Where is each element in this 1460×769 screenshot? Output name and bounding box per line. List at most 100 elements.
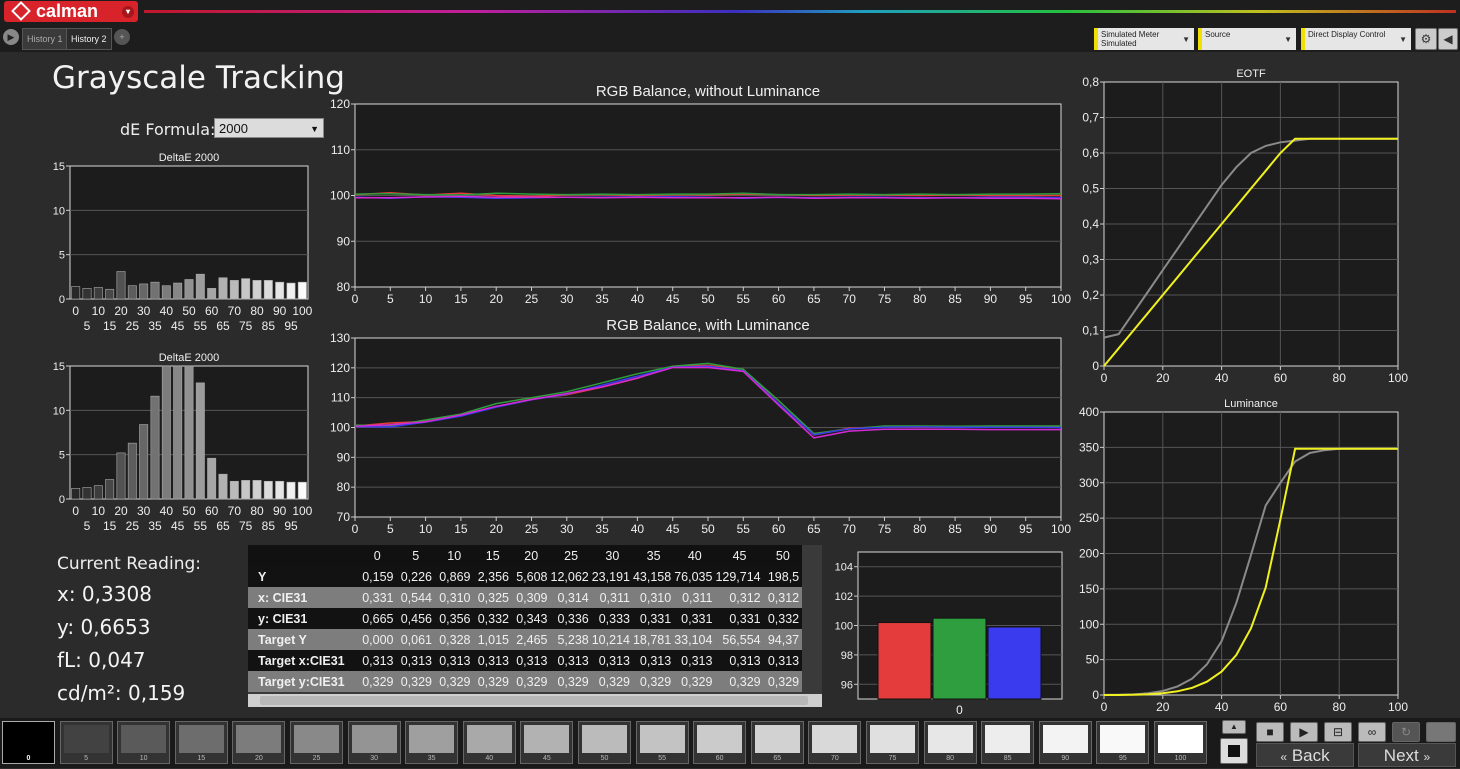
x-tick-label: 60 bbox=[772, 522, 786, 536]
table-cell: 0,336 bbox=[550, 608, 592, 629]
y-tick-label: 5 bbox=[59, 250, 65, 262]
step-up-icon[interactable]: ▲ bbox=[1222, 720, 1246, 734]
table-cell: 0,313 bbox=[763, 650, 803, 671]
meter-dropdown-value: Simulated bbox=[1101, 39, 1137, 48]
rgb-bar-blue bbox=[987, 626, 1042, 700]
y-tick-label: 0 bbox=[1092, 359, 1099, 373]
x-tick-label: 20 bbox=[490, 522, 504, 536]
refresh-icon[interactable]: ↻ bbox=[1392, 722, 1420, 742]
table-row-header: Target x:CIE31 bbox=[248, 650, 358, 671]
swatch-75[interactable]: 75 bbox=[866, 721, 919, 764]
de-formula-value: 2000 bbox=[219, 121, 248, 136]
swatch-30[interactable]: 30 bbox=[347, 721, 401, 764]
swatch-15[interactable]: 15 bbox=[174, 721, 228, 764]
x-tick-label: 60 bbox=[205, 504, 219, 518]
swatch-45[interactable]: 45 bbox=[520, 721, 574, 764]
table-row: x: CIE31 0,331 0,544 0,310 0,325 0,309 0,314 0,… bbox=[248, 587, 803, 608]
table-cell: 0,329 bbox=[763, 671, 803, 692]
delta-bar bbox=[195, 382, 205, 500]
table-column-header: 0 bbox=[358, 545, 397, 566]
swatch-60[interactable]: 60 bbox=[693, 721, 747, 764]
swatch-label: 15 bbox=[197, 755, 206, 762]
next-button[interactable]: Next » bbox=[1358, 743, 1456, 767]
x-tick-label: 55 bbox=[737, 292, 751, 306]
swatch-50[interactable]: 50 bbox=[578, 721, 631, 764]
swatch-35[interactable]: 35 bbox=[405, 721, 459, 764]
table-horizontal-scrollbar[interactable] bbox=[248, 694, 822, 707]
x-tick-label: 100 bbox=[292, 304, 312, 318]
stop-square-icon[interactable]: ■ bbox=[1256, 722, 1284, 742]
swatch-10[interactable]: 10 bbox=[117, 721, 171, 764]
table-cell: 76,035 bbox=[674, 566, 716, 587]
table-cell: 5,238 bbox=[550, 629, 592, 650]
swatch-label: 75 bbox=[888, 755, 897, 762]
tab-scroll-left-icon[interactable]: ▶ bbox=[3, 29, 19, 45]
save-icon[interactable]: ⊟ bbox=[1324, 722, 1352, 742]
y-tick-label: 80 bbox=[337, 480, 351, 494]
tab-history-2[interactable]: History 2 bbox=[66, 28, 112, 50]
stop-icon[interactable] bbox=[1220, 738, 1248, 764]
measurement-grid: 0 5 10 15 20 25 30 35 40 45 50 Y 0,159 0,226 0,869 2,35… bbox=[248, 545, 803, 692]
swatch-55[interactable]: 55 bbox=[635, 721, 689, 764]
loop-icon[interactable]: ∞ bbox=[1358, 722, 1386, 742]
tab-history-1[interactable]: History 1 bbox=[22, 28, 68, 50]
swatch-70[interactable]: 70 bbox=[808, 721, 862, 764]
x-tick-label: 80 bbox=[250, 304, 264, 318]
swatch-5[interactable]: 5 bbox=[59, 721, 113, 764]
swatch-25[interactable]: 25 bbox=[290, 721, 343, 764]
y-tick-label: 110 bbox=[331, 143, 350, 157]
logo-menu-icon[interactable]: ▾ bbox=[122, 6, 134, 18]
table-cell: 0,544 bbox=[396, 587, 435, 608]
collapse-left-icon[interactable]: ◀ bbox=[1438, 28, 1458, 50]
table-cell: 0,332 bbox=[763, 608, 803, 629]
scrollbar-thumb[interactable] bbox=[260, 696, 808, 705]
delta-bar bbox=[229, 480, 239, 500]
x-tick-label: 0 bbox=[352, 292, 359, 306]
swatch-color bbox=[1158, 725, 1203, 753]
swatch-40[interactable]: 40 bbox=[462, 721, 516, 764]
next-chevron-icon: » bbox=[1423, 750, 1431, 764]
y-tick-label: 0,2 bbox=[1082, 288, 1099, 302]
table-cell: 0,331 bbox=[715, 608, 764, 629]
eotf-chart: 0 0,1 0,2 0,3 0,4 0,5 0,6 0,7 0,8 EOTF 0 20 40 60 80 10… bbox=[1082, 68, 1408, 385]
x-tick-label: 30 bbox=[560, 522, 574, 536]
x-tick-label: 100 bbox=[292, 504, 312, 518]
calman-logo-icon bbox=[11, 1, 31, 21]
de-formula-select[interactable]: 2000 ▼ bbox=[214, 118, 324, 138]
source-dropdown[interactable]: Source ▼ bbox=[1198, 28, 1296, 50]
swatch-0[interactable]: 0 bbox=[2, 721, 55, 764]
y-tick-label: 300 bbox=[1079, 476, 1099, 490]
y-tick-label: 102 bbox=[835, 591, 853, 603]
swatch-20[interactable]: 20 bbox=[232, 721, 286, 764]
meter-dropdown-label: Simulated Meter bbox=[1101, 30, 1160, 39]
delta-bar bbox=[139, 424, 149, 500]
back-button[interactable]: « Back bbox=[1256, 743, 1354, 767]
swatch-95[interactable]: 95 bbox=[1096, 721, 1150, 764]
x-tick-label: 10 bbox=[419, 292, 433, 306]
table-cell: 0,331 bbox=[674, 608, 716, 629]
swatch-85[interactable]: 85 bbox=[981, 721, 1035, 764]
table-cell: 0,329 bbox=[674, 671, 716, 692]
table-cell: 0,310 bbox=[435, 587, 474, 608]
swatch-label: 100 bbox=[1174, 755, 1187, 762]
next-button-label: Next bbox=[1383, 746, 1419, 765]
swatch-90[interactable]: 90 bbox=[1038, 721, 1092, 764]
record-icon[interactable] bbox=[1426, 722, 1456, 742]
swatch-100[interactable]: 100 bbox=[1154, 721, 1207, 764]
swatch-65[interactable]: 65 bbox=[750, 721, 804, 764]
table-column-header: 35 bbox=[632, 545, 675, 566]
calman-logo[interactable]: calman ▾ bbox=[4, 1, 138, 22]
ddc-dropdown[interactable]: Direct Display Control ▼ bbox=[1301, 28, 1411, 50]
x-tick-label: 100 bbox=[1051, 292, 1071, 306]
swatch-80[interactable]: 80 bbox=[923, 721, 977, 764]
meter-dropdown[interactable]: Simulated Meter Simulated ▼ bbox=[1094, 28, 1194, 50]
table-cell: 0,313 bbox=[396, 650, 435, 671]
play-icon[interactable]: ▶ bbox=[1290, 722, 1318, 742]
x-tick-label: 25 bbox=[126, 519, 140, 533]
table-column-header: 50 bbox=[763, 545, 803, 566]
delta-bar bbox=[173, 282, 183, 300]
y-tick-label: 0,1 bbox=[1082, 324, 1099, 338]
add-tab-icon[interactable]: + bbox=[114, 29, 130, 45]
gear-icon[interactable]: ⚙ bbox=[1415, 28, 1437, 50]
swatch-label: 50 bbox=[600, 755, 609, 762]
